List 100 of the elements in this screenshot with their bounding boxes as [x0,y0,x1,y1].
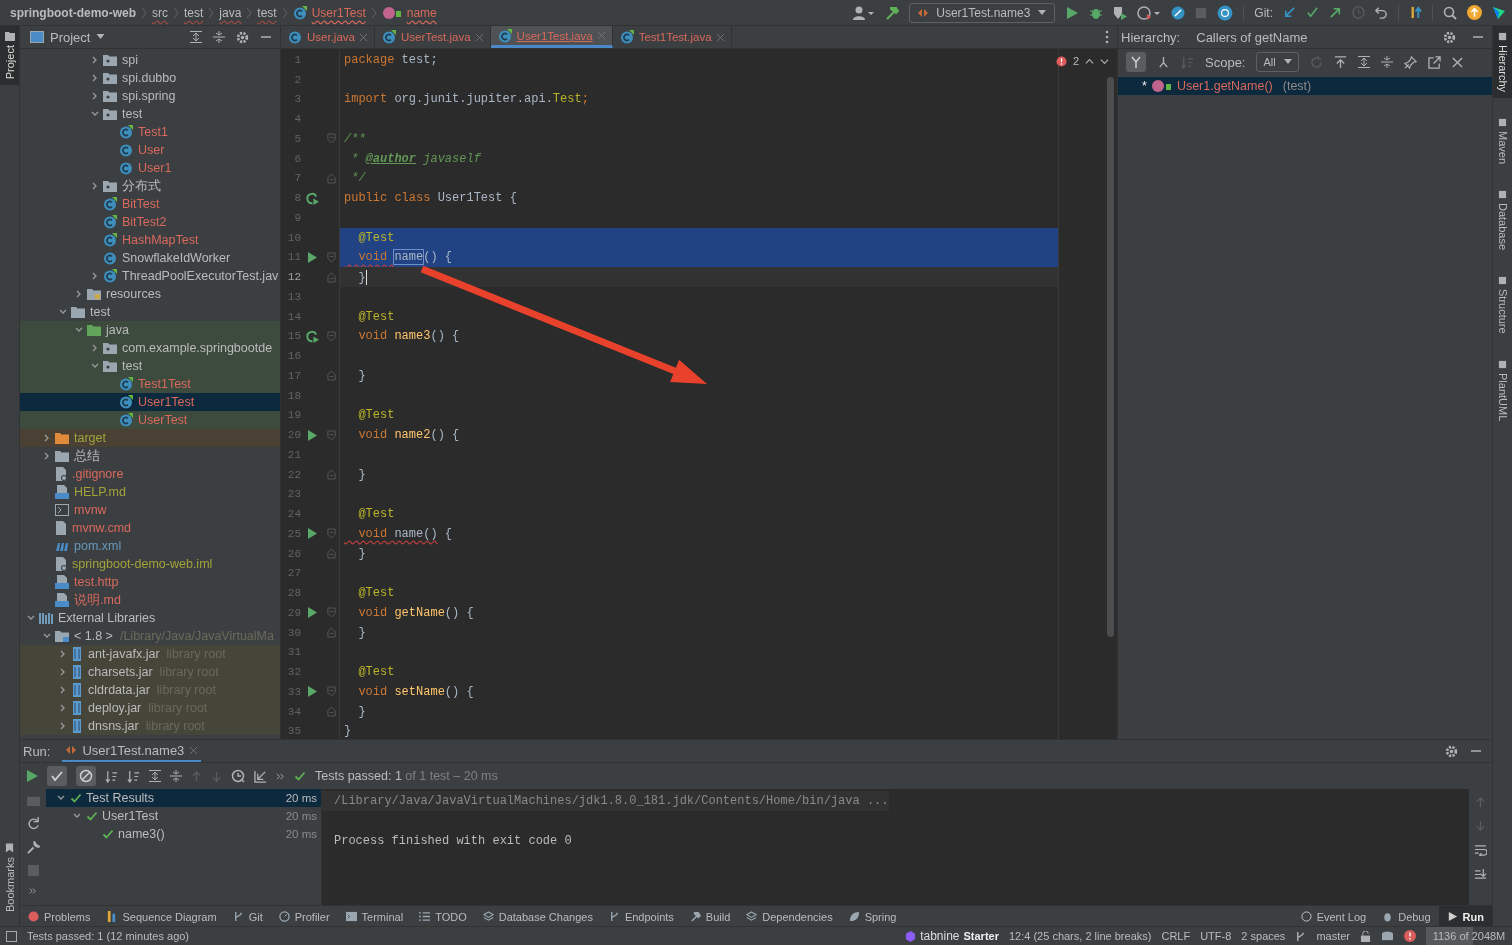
tool-window-tab[interactable]: Hierarchy [1493,26,1512,99]
tree-item[interactable]: User [20,141,280,159]
tree-item[interactable]: HELP.md [20,483,280,501]
breadcrumb[interactable]: springboot-demo-web [10,5,136,20]
close-icon[interactable] [1451,56,1463,68]
breadcrumb[interactable]: java [219,5,242,20]
tree-item[interactable]: resources [20,285,280,303]
branch-arrows-icon[interactable] [1409,6,1422,19]
open-external-icon[interactable] [1427,55,1441,69]
rerun-icon[interactable] [305,191,319,205]
show-ignored-icon[interactable] [76,766,96,786]
sort-alpha-icon[interactable] [105,769,118,783]
scope-dropdown[interactable]: All [1256,52,1299,72]
run-icon[interactable] [26,770,38,782]
tool-window-button[interactable]: Build [681,906,739,927]
tree-item[interactable]: target [20,429,280,447]
tool-window-button[interactable]: Terminal [337,906,412,927]
editor-tab[interactable]: UserTest.java [374,26,491,48]
undo-icon[interactable] [1375,6,1388,19]
wrench-icon[interactable] [26,841,40,854]
tree-item[interactable]: SnowflakeIdWorker [20,249,280,267]
double-chevron-icon[interactable] [29,887,37,895]
arrow-down-left-icon[interactable] [1283,6,1296,19]
show-passed-icon[interactable] [47,766,67,786]
tool-window-button[interactable]: Spring [840,906,905,927]
history-icon[interactable] [231,769,245,783]
tree-item[interactable]: mvnw.cmd [20,519,280,537]
line-separator[interactable]: CRLF [1161,930,1191,942]
chevron-down-icon[interactable] [1100,56,1109,66]
run-icon[interactable] [307,607,317,619]
run-icon[interactable] [307,429,317,441]
tree-item[interactable]: mvnw [20,501,280,519]
window-toggle-icon[interactable] [6,930,17,942]
tool-window-button[interactable]: Database Changes [474,906,601,927]
collapse-all-icon[interactable] [170,770,182,782]
pin-icon[interactable] [1403,55,1417,69]
tool-window-tab[interactable]: Project [0,26,19,86]
shield-play-icon[interactable] [1113,5,1128,20]
plan-name[interactable]: Starter [963,930,999,942]
project-view-dropdown[interactable]: Project [30,29,106,45]
tool-window-button[interactable]: Dependencies [738,906,841,927]
tree-item[interactable]: Test1 [20,123,280,141]
check-icon[interactable] [1306,6,1319,19]
rerun-icon[interactable] [305,329,319,343]
breadcrumb[interactable]: test [184,5,204,20]
tree-item[interactable]: External Libraries [20,609,280,627]
indent-setting[interactable]: 2 spaces [1241,930,1286,942]
export-up-icon[interactable] [1333,55,1347,69]
close-icon[interactable] [716,33,724,41]
arrow-up-right-icon[interactable] [1329,6,1342,19]
collapse-all-icon[interactable] [213,31,225,43]
double-chevron-icon[interactable] [276,771,285,781]
tree-item[interactable]: 说明.md [20,591,280,609]
rerun-icon[interactable] [26,817,40,830]
tool-window-button[interactable]: Debug [1374,906,1439,927]
database-icon[interactable] [1381,930,1394,942]
tool-window-tab[interactable]: Structure [1493,270,1512,340]
expand-all-icon[interactable] [149,770,161,782]
tree-item[interactable]: spi.spring [20,87,280,105]
tool-window-tab[interactable]: Maven [1493,112,1512,171]
chevron-up-icon[interactable] [1085,56,1094,66]
search-icon[interactable] [1443,5,1457,20]
run-icon[interactable] [307,251,317,263]
lock-icon[interactable] [1360,930,1371,942]
callers-icon[interactable] [1126,52,1146,72]
run-configuration-dropdown[interactable]: User1Test.name3 [909,2,1056,23]
test-result-item[interactable]: name3() 20 ms [46,825,321,843]
tree-item[interactable]: springboot-demo-web.iml [20,555,280,573]
hammer-icon[interactable] [885,5,900,20]
close-icon[interactable] [359,33,367,41]
expand-all-icon[interactable] [1357,56,1370,68]
error-count[interactable]: 2 [1072,55,1079,67]
breadcrumb[interactable]: src [152,5,168,20]
caret-position[interactable]: 12:4 (25 chars, 2 line breaks) [1008,930,1152,942]
settings-icon[interactable] [1443,30,1456,44]
breadcrumb[interactable]: test [257,5,277,20]
tree-item[interactable]: 总结 [20,447,280,465]
close-icon[interactable] [475,33,483,41]
expand-all-icon[interactable] [190,31,202,43]
tree-item[interactable]: spi.dubbo [20,69,280,87]
editor-tab[interactable]: User.java [281,26,375,48]
user-icon[interactable] [853,5,876,20]
tool-window-tab[interactable]: Bookmarks [0,836,19,918]
tree-item[interactable]: ThreadPoolExecutorTest.jav [20,267,280,285]
sort-duration-icon[interactable] [127,769,140,783]
tree-item[interactable]: BitTest2 [20,213,280,231]
tool-window-button[interactable]: TODO [411,906,475,927]
tree-item[interactable]: .gitignore [20,465,280,483]
run-icon[interactable] [307,528,317,540]
callees-icon[interactable] [1157,55,1170,69]
tree-item[interactable]: test [20,303,280,321]
test-result-item[interactable]: Test Results 20 ms [46,789,321,807]
hierarchy-item[interactable]: * User1.getName() (test) [1118,77,1492,95]
tool-window-button[interactable]: Endpoints [600,906,682,927]
tree-item[interactable]: HashMapTest [20,231,280,249]
help-icon[interactable] [1217,4,1234,21]
update-icon[interactable] [1467,5,1482,20]
navigate-icon[interactable] [1171,5,1186,20]
tree-item[interactable]: java [20,321,280,339]
tree-item[interactable]: 分布式 [20,177,280,195]
